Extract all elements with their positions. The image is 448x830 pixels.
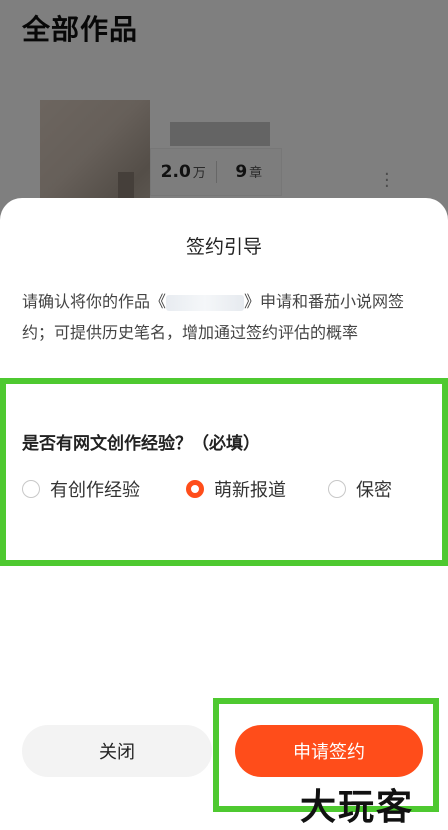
question-label: 是否有网文创作经验？（必填） bbox=[22, 434, 260, 454]
sheet-description: 请确认将你的作品《 》申请和番茄小说网签约；可提供历史笔名，增加通过签约评估的概率 bbox=[22, 292, 405, 342]
option-newbie[interactable]: 萌新报道 bbox=[186, 474, 286, 504]
experience-options: 有创作经验 萌新报道 保密 bbox=[22, 474, 430, 504]
question-highlight-box bbox=[0, 378, 448, 566]
option-experienced[interactable]: 有创作经验 bbox=[22, 474, 140, 504]
watermark-logo: 大玩客 bbox=[300, 786, 415, 828]
radio-unchecked-icon[interactable] bbox=[22, 480, 40, 498]
close-button[interactable]: 关闭 bbox=[22, 725, 212, 777]
apply-sign-button[interactable]: 申请签约 bbox=[235, 725, 423, 777]
option-secret[interactable]: 保密 bbox=[328, 474, 392, 504]
radio-checked-icon[interactable] bbox=[186, 480, 204, 498]
radio-unchecked-icon[interactable] bbox=[328, 480, 346, 498]
sheet-title: 签约引导 bbox=[185, 236, 262, 258]
blurred-book-name bbox=[166, 294, 245, 311]
